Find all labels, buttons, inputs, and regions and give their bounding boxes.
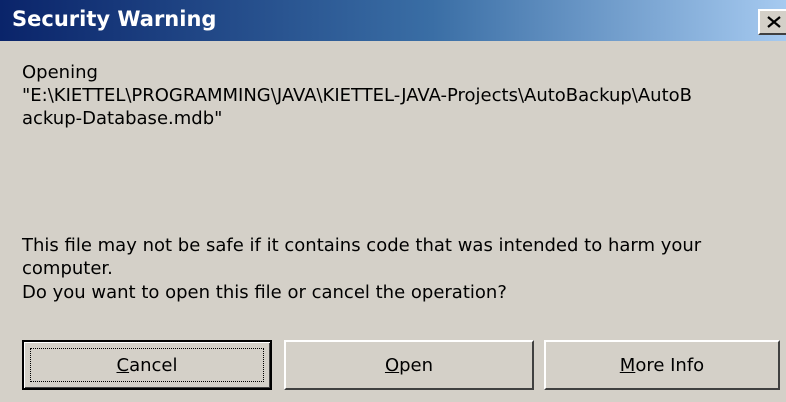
file-path-line-2: ackup-Database.mdb" [22, 108, 223, 129]
open-button-label: Open [384, 354, 434, 376]
opening-label: Opening [22, 62, 98, 83]
close-button[interactable] [758, 9, 786, 35]
file-path-line-1: "E:\KIETTEL\PROGRAMMING\JAVA\KIETTEL-JAV… [22, 85, 692, 106]
question-text: Do you want to open this file or cancel … [22, 282, 507, 303]
security-warning-dialog: Security Warning Opening "E:\KIETTEL\PRO… [0, 0, 786, 402]
more-info-button[interactable]: More Info [544, 340, 780, 390]
cancel-button[interactable]: Cancel [22, 340, 272, 390]
window-title: Security Warning [12, 7, 217, 31]
cancel-button-label: Cancel [116, 354, 178, 376]
close-icon [767, 16, 781, 28]
open-button[interactable]: Open [284, 340, 534, 390]
more-info-button-label: More Info [619, 354, 705, 376]
warning-text-line-2: computer. [22, 258, 113, 279]
warning-text-line-1: This file may not be safe if it contains… [22, 235, 702, 256]
title-bar[interactable]: Security Warning [0, 0, 786, 41]
